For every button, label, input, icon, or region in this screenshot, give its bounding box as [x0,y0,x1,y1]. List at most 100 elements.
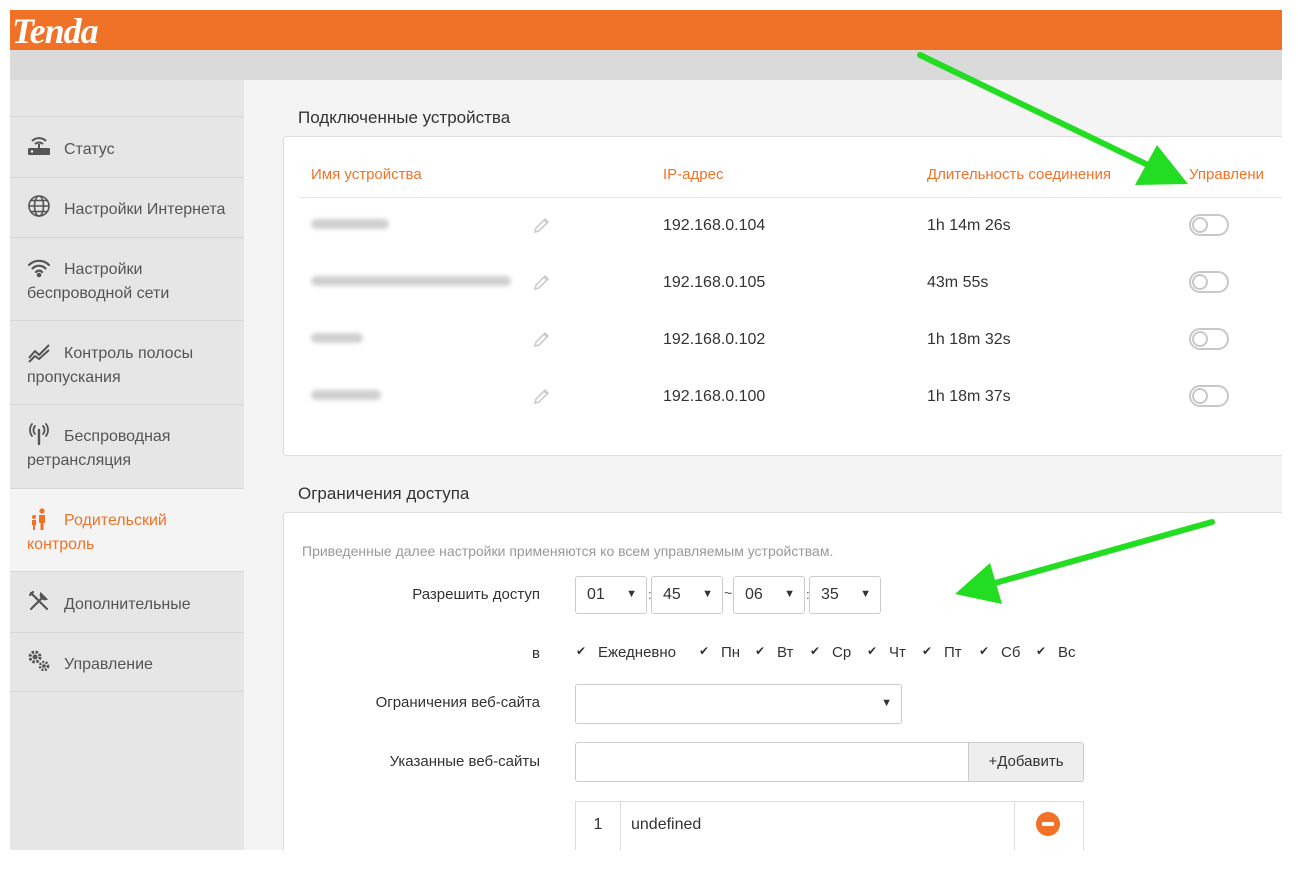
router-icon [27,134,51,158]
connected-devices-title: Подключенные устройства [298,108,511,127]
edit-pencil-icon[interactable] [532,215,552,235]
column-header-manage: Управлени [1189,166,1265,183]
column-header-ip: IP-адрес [663,166,724,183]
chevron-down-icon: ▼ [784,588,795,600]
chevron-down-icon: ▼ [702,588,713,600]
blurred-device-name [311,390,381,400]
day-label: Чт [889,644,906,661]
sidebar-item-wireless[interactable]: Настройки беспроводной сети [10,237,244,320]
edit-pencil-icon[interactable] [532,386,552,406]
toggle-knob [1192,274,1208,290]
bandwidth-icon [27,340,51,364]
web-restriction-label: Ограничения веб-сайта [375,694,540,711]
sidebar-item-repeater[interactable]: Беспроводная ретрансляция [10,404,244,488]
chevron-down-icon: ▼ [860,588,871,600]
cell-divider [1014,802,1015,850]
specified-sites-label: Указанные веб-сайты [389,753,540,770]
sub-header-bar [10,50,1282,80]
checkbox-sun[interactable]: ✔ [1036,645,1048,657]
router-admin-window: Tenda Статус Настройки Интернета Настрой… [10,10,1282,850]
checkbox-sat[interactable]: ✔ [979,645,991,657]
day-label: Пт [944,644,962,661]
time-range-separator: ~ [724,585,733,601]
toggle-knob [1192,331,1208,347]
device-duration: 1h 14m 26s [927,217,1011,234]
sidebar-item-label: Статус [64,141,115,158]
end-minute-select[interactable]: 35 ▼ [809,576,881,614]
checkbox-tue[interactable]: ✔ [755,645,767,657]
remove-site-icon[interactable] [1036,812,1060,836]
connected-devices-panel: Имя устройства IP-адрес Длительность сое… [283,136,1282,456]
sidebar-item-status[interactable]: Статус [10,116,244,177]
sidebar-item-label: Беспроводная [64,428,171,445]
main-content: Подключенные устройства Имя устройства I… [244,80,1282,850]
start-hour-select[interactable]: 01 ▼ [575,576,647,614]
chevron-down-icon: ▼ [626,588,637,600]
access-restrictions-panel: Приведенные далее настройки применяются … [283,512,1282,850]
day-label: Вт [777,644,794,661]
web-restriction-select[interactable]: ▼ [575,684,902,724]
add-site-button[interactable]: +Добавить [969,742,1084,782]
manage-toggle[interactable] [1189,271,1229,293]
wifi-icon [27,256,51,280]
sidebar-item-parental-control[interactable]: Родительский контроль [10,488,244,571]
tools-icon [27,589,51,613]
blurred-device-name [311,276,511,286]
sidebar-item-bandwidth[interactable]: Контроль полосы пропускания [10,320,244,404]
blurred-device-name [311,219,389,229]
header-divider [300,197,1282,198]
checkbox-thu[interactable]: ✔ [867,645,879,657]
checkbox-wed[interactable]: ✔ [810,645,822,657]
tenda-logo[interactable]: Tenda [12,10,99,52]
column-header-device-name: Имя устройства [311,166,422,183]
column-header-duration: Длительность соединения [927,166,1111,183]
checkbox-mon[interactable]: ✔ [699,645,711,657]
sidebar-item-label: пропускания [27,369,121,386]
blurred-device-name [311,333,363,343]
sidebar-item-label: Контроль полосы [64,345,194,362]
sidebar-item-label: контроль [27,536,95,553]
toggle-knob [1192,217,1208,233]
sidebar-item-label: Управление [64,656,153,673]
sidebar-item-advanced[interactable]: Дополнительные [10,571,244,632]
site-value: undefined [631,816,702,833]
day-label: Сб [1001,644,1021,661]
edit-pencil-icon[interactable] [532,272,552,292]
settings-note: Приведенные далее настройки применяются … [302,543,834,559]
day-label: Ср [832,644,852,661]
checkbox-daily[interactable]: ✔ [576,645,588,657]
manage-toggle[interactable] [1189,328,1229,350]
device-duration: 43m 55s [927,274,989,291]
sidebar-item-internet[interactable]: Настройки Интернета [10,177,244,237]
sidebar-item-label: ретрансляция [27,452,131,469]
sidebar-item-label: беспроводной сети [27,285,170,302]
device-ip: 192.168.0.102 [663,331,766,348]
end-hour-select[interactable]: 06 ▼ [733,576,805,614]
gears-icon [27,649,51,673]
day-label: Пн [721,644,741,661]
manage-toggle[interactable] [1189,385,1229,407]
website-input[interactable] [575,742,969,782]
device-duration: 1h 18m 37s [927,388,1011,405]
sidebar-item-label: Родительский [64,512,167,529]
edit-pencil-icon[interactable] [532,329,552,349]
access-restrictions-title: Ограничения доступа [298,484,470,503]
sidebar-item-label: Настройки [64,261,143,278]
day-label: Вс [1058,644,1076,661]
day-label: Ежедневно [598,644,677,661]
globe-icon [27,194,51,218]
antenna-icon [27,422,51,446]
sidebar-item-label: Дополнительные [64,596,191,613]
device-ip: 192.168.0.105 [663,274,766,291]
family-icon [27,507,51,531]
device-ip: 192.168.0.104 [663,217,766,234]
manage-toggle[interactable] [1189,214,1229,236]
sites-table: 1 undefined [575,801,1084,850]
sidebar-item-label: Настройки Интернета [64,201,226,218]
checkbox-fri[interactable]: ✔ [922,645,934,657]
start-minute-select[interactable]: 45 ▼ [651,576,723,614]
site-index: 1 [593,816,603,833]
sidebar-item-management[interactable]: Управление [10,632,244,692]
device-ip: 192.168.0.100 [663,388,766,405]
chevron-down-icon: ▼ [881,697,892,709]
